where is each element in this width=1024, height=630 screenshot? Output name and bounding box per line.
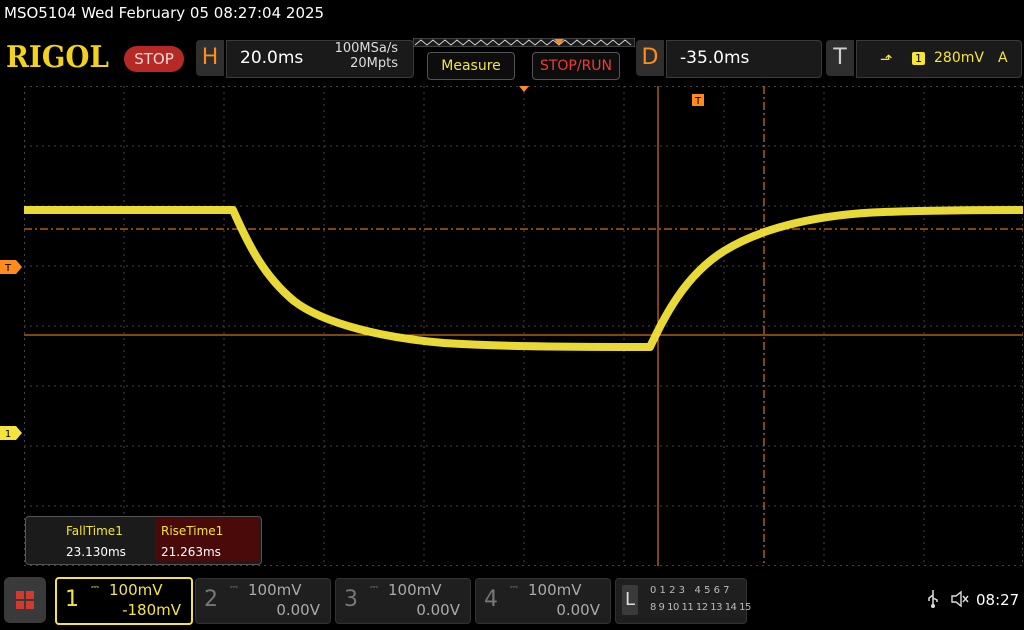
svg-text:1: 1 [5,429,11,440]
trigger-position-strip [413,38,635,47]
speaker-muted-icon[interactable] [950,590,970,608]
trigger-level-marker[interactable]: T [0,260,24,274]
trigger-mode: A [998,50,1008,66]
stop-run-button[interactable]: STOP/RUN [532,52,620,80]
logic-channels-row-1: 0 1 2 3 4 5 6 7 [650,585,730,596]
sample-rate: 100MSa/s [334,41,398,56]
grid-menu-icon [16,591,34,609]
channel-4-number: 4 [484,587,498,612]
run-state-badge[interactable]: STOP [124,46,184,72]
channel-3-number: 3 [344,587,358,612]
fall-time-value: 23.130ms [66,545,126,559]
svg-text:T: T [694,96,702,107]
rising-edge-icon: ⬏ [880,50,893,68]
window-title: MSO5104 Wed February 05 08:27:04 2025 [4,4,325,22]
rise-time-label: RiseTime1 [161,524,224,538]
delay-value: -35.0ms [680,48,750,68]
channel-4-panel[interactable]: 4 ⎓ 100mV 0.00V [475,578,611,624]
channel-2-panel[interactable]: 2 ⎓ 100mV 0.00V [195,578,331,624]
rise-time-value: 21.263ms [161,545,221,559]
channel-1-number: 1 [65,587,79,612]
channel-3-offset: 0.00V [416,601,460,619]
trigger-level: 280mV [934,50,984,66]
channel-3-panel[interactable]: 3 ⎓ 100mV 0.00V [335,578,471,624]
channel-1-panel[interactable]: 1 ⎓ 100mV -180mV [55,577,193,625]
channel-3-scale: 100mV [388,581,442,599]
channel-4-scale: 100mV [528,581,582,599]
logic-panel[interactable]: L 0 1 2 3 4 5 6 7 8 9 10 11 12 13 14 15 [615,578,751,624]
rigol-logo: RIGOL [6,40,109,75]
cursor-tag: T [692,94,704,107]
dc-coupling-icon: ⎓ [230,582,238,593]
delay-key[interactable]: D [636,40,664,76]
dc-coupling-icon: ⎓ [91,582,99,593]
logic-channels-row-2: 8 9 10 11 12 13 14 15 [650,602,751,613]
channel-1-scale: 100mV [109,581,163,599]
channel-4-offset: 0.00V [556,601,600,619]
horizontal-key[interactable]: H [196,40,224,76]
dc-coupling-icon: ⎓ [370,582,378,593]
trigger-source: 1 [912,52,925,65]
dc-coupling-icon: ⎓ [510,582,518,593]
timebase-value: 20.0ms [240,48,304,68]
menu-button[interactable] [4,577,46,623]
ch1-offset-marker[interactable]: 1 [0,426,24,440]
channel-1-offset: -180mV [122,601,181,619]
trigger-key[interactable]: T [826,40,854,76]
fall-time-label: FallTime1 [66,524,123,538]
waveform-display[interactable]: T [24,86,1023,566]
clock: 08:27 [976,591,1020,609]
svg-text:T: T [4,263,12,274]
channel-2-number: 2 [204,587,218,612]
logic-key: L [622,585,638,615]
channel-2-offset: 0.00V [276,601,320,619]
measure-button[interactable]: Measure [427,52,515,80]
usb-icon [928,590,938,608]
memory-depth: 20Mpts [350,56,398,71]
channel-2-scale: 100mV [248,581,302,599]
